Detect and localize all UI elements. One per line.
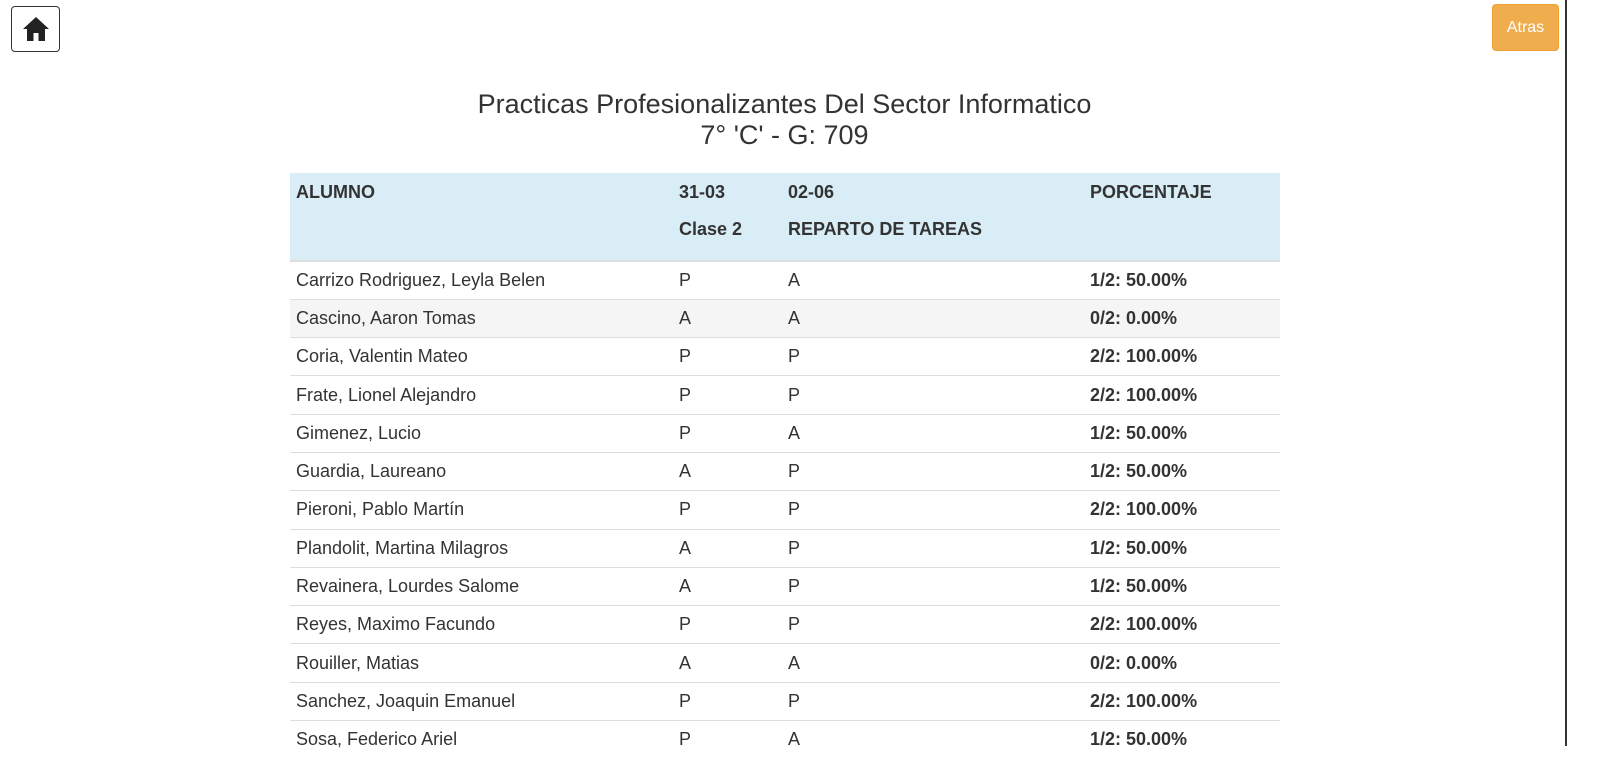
attendance-cell-clase-2: A [782,260,1084,300]
attendance-cell-clase-1: A [673,643,782,683]
attendance-table-container: ALUMNO 31-03 Clase 2 02-06 REPARTO DE TA… [290,173,1280,759]
attendance-cell-clase-2: A [782,413,1084,453]
attendance-table: ALUMNO 31-03 Clase 2 02-06 REPARTO DE TA… [290,173,1280,759]
attendance-cell-clase-1: A [673,566,782,606]
student-name-cell: Carrizo Rodriguez, Leyla Belen [290,260,673,300]
attendance-cell-clase-1: A [673,451,782,491]
student-name-cell: Frate, Lionel Alejandro [290,375,673,415]
table-body: Carrizo Rodriguez, Leyla Belen P A 1/2: 50.… [290,260,1280,759]
attendance-cell-clase-2: P [782,490,1084,530]
column-header-alumno: ALUMNO [290,173,673,262]
student-name-cell: Coria, Valentin Mateo [290,337,673,376]
percentage-cell: 0/2: 0.00% [1084,643,1280,683]
table-row: Reyes, Maximo Facundo P P 2/2: 100.00% [290,605,1280,644]
page-header: Practicas Profesionalizantes Del Sector … [0,89,1569,151]
column-header-line1: 31-03 [679,182,726,202]
attendance-cell-clase-2: A [782,720,1084,759]
table-row: Cascino, Aaron Tomas A A 0/2: 0.00% [290,298,1280,338]
percentage-cell: 1/2: 50.00% [1084,451,1280,491]
table-row: Guardia, Laureano A P 1/2: 50.00% [290,451,1280,491]
home-icon [22,17,49,41]
attendance-cell-clase-1: P [673,605,782,644]
percentage-cell: 1/2: 50.00% [1084,566,1280,606]
column-header-line1: PORCENTAJE [1090,182,1212,202]
attendance-cell-clase-2: P [782,681,1084,721]
student-name-cell: Guardia, Laureano [290,451,673,491]
attendance-cell-clase-1: A [673,298,782,338]
column-header-line1: 02-06 [788,182,835,202]
student-name-cell: Pieroni, Pablo Martín [290,490,673,530]
attendance-cell-clase-2: P [782,375,1084,415]
column-header-clase-1: 31-03 Clase 2 [673,173,782,262]
column-header-line2: REPARTO DE TAREAS [788,219,983,239]
attendance-cell-clase-1: P [673,337,782,376]
student-name-cell: Rouiller, Matias [290,643,673,683]
attendance-cell-clase-2: P [782,605,1084,644]
student-name-cell: Revainera, Lourdes Salome [290,566,673,606]
table-header-row: ALUMNO 31-03 Clase 2 02-06 REPARTO DE TA… [290,173,1280,262]
percentage-cell: 2/2: 100.00% [1084,681,1280,721]
percentage-cell: 1/2: 50.00% [1084,528,1280,568]
table-row: Frate, Lionel Alejandro P P 2/2: 100.00% [290,375,1280,415]
column-header-line2: Clase 2 [679,219,743,239]
table-row: Revainera, Lourdes Salome A P 1/2: 50.00% [290,566,1280,606]
attendance-cell-clase-2: A [782,298,1084,338]
table-header: ALUMNO 31-03 Clase 2 02-06 REPARTO DE TA… [290,173,1280,262]
table-row: Gimenez, Lucio P A 1/2: 50.00% [290,413,1280,453]
attendance-cell-clase-2: A [782,643,1084,683]
student-name-cell: Gimenez, Lucio [290,413,673,453]
back-button[interactable]: Atras [1492,4,1559,51]
percentage-cell: 2/2: 100.00% [1084,337,1280,376]
percentage-cell: 2/2: 100.00% [1084,375,1280,415]
student-name-cell: Reyes, Maximo Facundo [290,605,673,644]
table-row: Plandolit, Martina Milagros A P 1/2: 50.00% [290,528,1280,568]
attendance-cell-clase-1: P [673,413,782,453]
attendance-cell-clase-1: P [673,375,782,415]
percentage-cell: 0/2: 0.00% [1084,298,1280,338]
student-name-cell: Sosa, Federico Ariel [290,720,673,759]
attendance-cell-clase-2: P [782,528,1084,568]
attendance-cell-clase-2: P [782,566,1084,606]
attendance-cell-clase-2: P [782,337,1084,376]
percentage-cell: 2/2: 100.00% [1084,605,1280,644]
attendance-cell-clase-1: P [673,490,782,530]
column-header-clase-2: 02-06 REPARTO DE TAREAS [782,173,1084,262]
percentage-cell: 1/2: 50.00% [1084,413,1280,453]
table-row: Coria, Valentin Mateo P P 2/2: 100.00% [290,337,1280,376]
home-button[interactable] [11,6,60,52]
page-title: Practicas Profesionalizantes Del Sector … [477,89,1092,119]
table-row: Pieroni, Pablo Martín P P 2/2: 100.00% [290,490,1280,530]
column-header-line1: ALUMNO [296,182,375,202]
column-header-porcentaje: PORCENTAJE [1084,173,1280,262]
student-name-cell: Cascino, Aaron Tomas [290,298,673,338]
percentage-cell: 1/2: 50.00% [1084,720,1280,759]
table-row: Sosa, Federico Ariel P A 1/2: 50.00% [290,720,1280,759]
attendance-cell-clase-1: P [673,681,782,721]
table-row: Sanchez, Joaquin Emanuel P P 2/2: 100.00% [290,681,1280,721]
attendance-cell-clase-2: P [782,451,1084,491]
table-row: Rouiller, Matias A A 0/2: 0.00% [290,643,1280,683]
student-name-cell: Plandolit, Martina Milagros [290,528,673,568]
attendance-cell-clase-1: P [673,720,782,759]
attendance-cell-clase-1: P [673,260,782,300]
percentage-cell: 2/2: 100.00% [1084,490,1280,530]
percentage-cell: 1/2: 50.00% [1084,260,1280,300]
table-row: Carrizo Rodriguez, Leyla Belen P A 1/2: 50.… [290,260,1280,300]
student-name-cell: Sanchez, Joaquin Emanuel [290,681,673,721]
attendance-cell-clase-1: A [673,528,782,568]
page-subtitle: 7° 'C' - G: 709 [700,120,869,150]
